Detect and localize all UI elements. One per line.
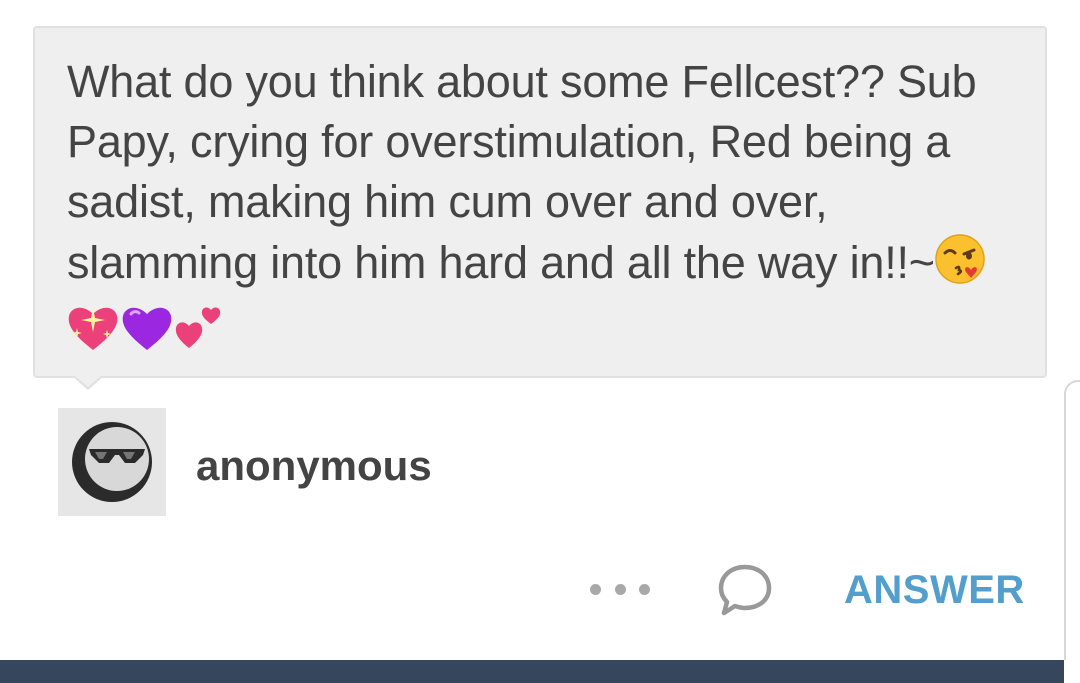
bubble-tail-fill xyxy=(74,375,102,387)
kissing-face-wink-emoji xyxy=(933,232,987,301)
ask-message: What do you think about some Fellcest?? … xyxy=(67,52,1015,369)
comment-bubble-icon[interactable] xyxy=(716,562,774,618)
ask-bubble: What do you think about some Fellcest?? … xyxy=(33,26,1047,378)
asker-avatar[interactable] xyxy=(58,408,166,516)
purple-heart-emoji xyxy=(119,302,175,369)
ellipsis-dot xyxy=(590,583,601,595)
sparkling-heart-emoji xyxy=(65,302,121,369)
bottom-nav-bar-gap xyxy=(1064,660,1080,683)
ellipsis-dot xyxy=(639,583,650,595)
adjacent-card-edge xyxy=(1064,380,1080,670)
ellipsis-dot xyxy=(614,583,626,595)
ask-post: What do you think about some Fellcest?? … xyxy=(0,0,1080,683)
bottom-nav-bar xyxy=(0,660,1080,683)
sunglasses-avatar-icon xyxy=(72,422,152,502)
ellipsis-icon[interactable] xyxy=(590,574,650,604)
asker-name[interactable]: anonymous xyxy=(196,441,432,491)
two-hearts-emoji xyxy=(173,302,225,369)
answer-button[interactable]: ANSWER xyxy=(844,566,1025,614)
ask-message-text: What do you think about some Fellcest?? … xyxy=(67,56,977,288)
